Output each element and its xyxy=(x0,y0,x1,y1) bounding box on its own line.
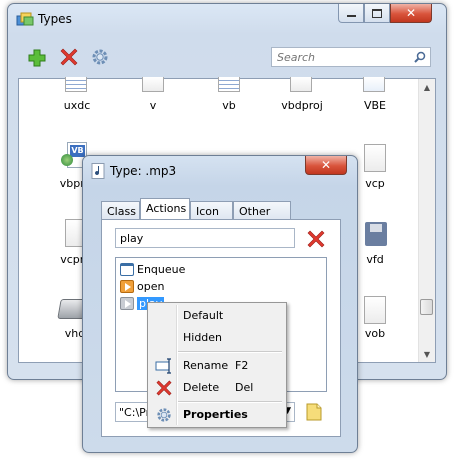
search-box[interactable] xyxy=(271,47,431,67)
search-input[interactable] xyxy=(275,49,411,66)
music-note-icon xyxy=(91,163,105,179)
browse-button[interactable] xyxy=(306,403,324,421)
list-item-label: Enqueue xyxy=(137,262,186,276)
toolbar xyxy=(16,46,441,72)
tab-label: Class xyxy=(107,205,136,218)
tab-icon[interactable]: Icon xyxy=(190,201,233,219)
menu-item-label: Hidden xyxy=(183,331,223,344)
menu-item-default[interactable]: Default xyxy=(150,305,284,327)
types-titlebar[interactable]: Types ✕ xyxy=(8,4,446,34)
file-icon xyxy=(364,144,386,172)
scroll-down-button[interactable]: ▼ xyxy=(419,346,435,362)
file-icon xyxy=(364,296,386,324)
types-window-controls: ✕ xyxy=(338,4,432,24)
menu-item-rename[interactable]: Rename F2 xyxy=(150,355,284,377)
rename-icon xyxy=(155,358,171,374)
maximize-button[interactable] xyxy=(364,4,390,23)
dialog-controls: ✕ xyxy=(305,156,347,176)
menu-item-shortcut: F2 xyxy=(235,359,249,372)
menu-item-label: Default xyxy=(183,309,224,322)
gear-icon xyxy=(92,49,108,65)
tab-label: Icon xyxy=(196,205,219,218)
menu-item-label: Rename xyxy=(183,359,229,372)
file-label[interactable]: vbdproj xyxy=(262,99,342,112)
list-item[interactable]: Enqueue xyxy=(120,261,185,277)
types-close-button[interactable]: ✕ xyxy=(390,4,432,23)
red-x-icon xyxy=(60,48,78,66)
plus-icon xyxy=(28,49,46,67)
menu-item-delete[interactable]: Delete Del xyxy=(150,377,284,399)
search-icon xyxy=(414,51,426,63)
close-icon: ✕ xyxy=(405,6,417,20)
list-item-label: open xyxy=(137,279,165,293)
file-icon xyxy=(65,77,87,92)
red-x-icon xyxy=(307,230,325,248)
tab-strip: Class Actions Icon Other xyxy=(101,198,341,221)
types-window-title: Types xyxy=(38,12,72,26)
tab-label: Actions xyxy=(146,202,187,215)
action-name-input[interactable]: play xyxy=(115,228,295,248)
menu-item-shortcut: Del xyxy=(235,381,254,394)
menu-item-label: Properties xyxy=(183,408,248,421)
gear-icon xyxy=(157,408,171,422)
scroll-thumb[interactable] xyxy=(420,299,433,315)
types-app-icon xyxy=(16,12,34,26)
delete-action-button[interactable] xyxy=(307,230,325,248)
file-label[interactable]: VBE xyxy=(335,99,415,112)
maximize-icon xyxy=(372,8,382,18)
tab-class[interactable]: Class xyxy=(101,201,140,219)
file-label[interactable]: vb xyxy=(189,99,269,112)
menu-item-properties[interactable]: Properties xyxy=(150,404,284,426)
tab-label: Other xyxy=(239,205,271,218)
tab-other[interactable]: Other xyxy=(233,201,291,219)
minimize-icon xyxy=(346,15,356,17)
window-icon xyxy=(120,262,134,276)
menu-item-hidden[interactable]: Hidden xyxy=(150,327,284,349)
tab-actions[interactable]: Actions xyxy=(140,198,190,219)
file-icon xyxy=(218,77,240,92)
close-icon: ✕ xyxy=(320,158,332,172)
minimize-button[interactable] xyxy=(338,4,364,23)
gray-play-icon xyxy=(120,296,134,310)
floppy-file-icon xyxy=(365,222,387,246)
scroll-up-button[interactable]: ▲ xyxy=(419,79,435,95)
folder-note-icon xyxy=(306,403,322,421)
file-list-scrollbar[interactable]: ▲ ▼ xyxy=(418,79,435,362)
menu-item-label: Delete xyxy=(183,381,220,394)
add-type-button[interactable] xyxy=(28,49,46,67)
file-icon xyxy=(142,77,164,92)
context-menu: Default Hidden Rename F2 Delete Del Prop… xyxy=(147,302,287,428)
dialog-title: Type: .mp3 xyxy=(110,164,177,178)
orange-play-icon xyxy=(120,279,134,293)
menu-separator xyxy=(178,351,282,353)
delete-type-button[interactable] xyxy=(60,48,78,66)
list-item[interactable]: open xyxy=(120,278,164,294)
script-file-icon xyxy=(363,77,385,92)
file-icon xyxy=(290,77,312,92)
menu-separator xyxy=(178,401,282,403)
dialog-close-button[interactable]: ✕ xyxy=(305,156,347,175)
dialog-titlebar[interactable]: Type: .mp3 ✕ xyxy=(83,156,357,186)
file-label[interactable]: uxdc xyxy=(37,99,117,112)
settings-button[interactable] xyxy=(91,48,109,66)
red-x-icon xyxy=(156,380,172,396)
file-label[interactable]: v xyxy=(113,99,193,112)
